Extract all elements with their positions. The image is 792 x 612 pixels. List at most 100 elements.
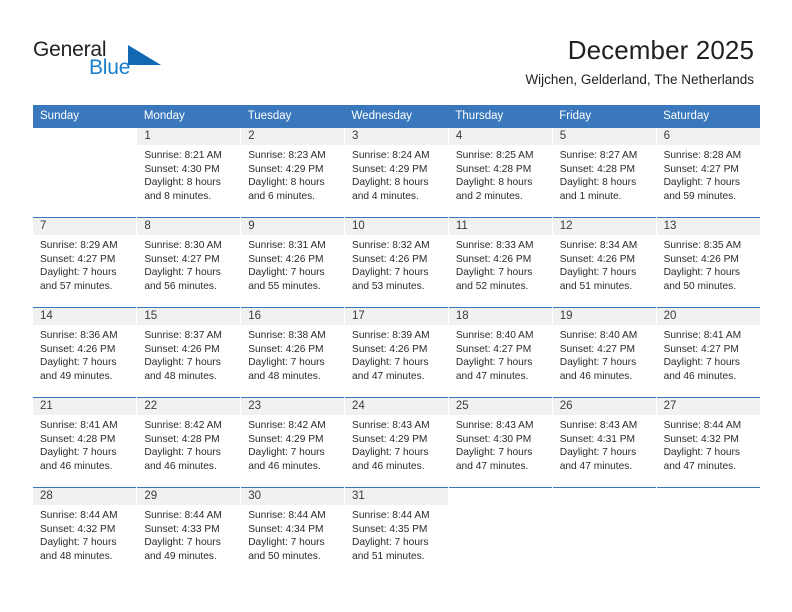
day-details: Sunrise: 8:40 AM Sunset: 4:27 PM Daylight:…: [449, 325, 552, 383]
title-block: December 2025 Wijchen, Gelderland, The N…: [525, 34, 754, 88]
calendar-day-cell[interactable]: 24 Sunrise: 8:43 AM Sunset: 4:29 PM Dayligh…: [344, 397, 449, 488]
day-details: Sunrise: 8:44 AM Sunset: 4:35 PM Daylight:…: [345, 505, 448, 563]
daylight-duration-line2: and 48 minutes.: [40, 550, 113, 562]
calendar-day-cell[interactable]: 21 Sunrise: 8:41 AM Sunset: 4:28 PM Dayligh…: [33, 397, 137, 488]
calendar-cell-empty: [33, 127, 137, 218]
calendar-day-cell[interactable]: 25 Sunrise: 8:43 AM Sunset: 4:30 PM Dayligh…: [447, 397, 553, 488]
calendar-day-cell[interactable]: 16 Sunrise: 8:38 AM Sunset: 4:26 PM Dayligh…: [240, 307, 345, 398]
calendar-day-cell[interactable]: 22 Sunrise: 8:42 AM Sunset: 4:28 PM Dayligh…: [136, 397, 241, 488]
calendar-day-cell[interactable]: 15 Sunrise: 8:37 AM Sunset: 4:26 PM Dayligh…: [136, 307, 241, 398]
calendar-day-cell[interactable]: 14 Sunrise: 8:36 AM Sunset: 4:26 PM Dayligh…: [33, 307, 137, 398]
sunset-time: Sunset: 4:27 PM: [144, 253, 220, 265]
sunrise-time: Sunrise: 8:41 AM: [40, 420, 118, 431]
weekday-header-thursday: Thursday: [448, 105, 553, 128]
calendar-cell-empty: [447, 487, 553, 578]
daylight-duration-line1: Daylight: 7 hours: [248, 537, 325, 549]
day-number: [448, 488, 552, 505]
sunrise-time: Sunrise: 8:32 AM: [352, 240, 430, 251]
day-number: 11: [448, 218, 552, 235]
calendar-day-cell[interactable]: 19 Sunrise: 8:40 AM Sunset: 4:27 PM Dayligh…: [551, 307, 657, 398]
sunrise-time: Sunrise: 8:39 AM: [352, 330, 430, 341]
calendar-cell-inner: 4 Sunrise: 8:25 AM Sunset: 4:28 PM Daylight…: [448, 128, 552, 203]
sunset-time: Sunset: 4:30 PM: [455, 433, 532, 445]
daylight-duration-line1: Daylight: 7 hours: [144, 267, 221, 279]
daylight-duration-line1: Daylight: 7 hours: [352, 447, 429, 459]
daylight-duration-line1: Daylight: 7 hours: [352, 267, 429, 279]
day-number: 2: [241, 128, 345, 145]
daylight-duration-line1: Daylight: 8 hours: [248, 177, 325, 189]
daylight-duration-line1: Daylight: 7 hours: [144, 357, 221, 369]
weekday-header-monday: Monday: [136, 105, 241, 128]
calendar-week-row: 21 Sunrise: 8:41 AM Sunset: 4:28 PM Dayligh…: [33, 397, 760, 488]
sunrise-time: Sunrise: 8:24 AM: [352, 150, 430, 161]
day-number: 15: [137, 308, 241, 325]
calendar-day-cell[interactable]: 28 Sunrise: 8:44 AM Sunset: 4:32 PM Dayligh…: [33, 487, 137, 578]
calendar-day-cell[interactable]: 27 Sunrise: 8:44 AM Sunset: 4:32 PM Dayligh…: [655, 397, 760, 488]
day-number: 23: [241, 398, 345, 415]
day-number: 21: [33, 398, 137, 415]
sunrise-time: Sunrise: 8:42 AM: [248, 420, 326, 431]
calendar-day-cell[interactable]: 30 Sunrise: 8:44 AM Sunset: 4:34 PM Dayligh…: [240, 487, 345, 578]
daylight-duration-line1: Daylight: 7 hours: [40, 537, 117, 549]
daylight-duration-line2: and 46 minutes.: [663, 370, 737, 382]
day-number: 28: [33, 488, 137, 505]
calendar-day-cell[interactable]: 1 Sunrise: 8:21 AM Sunset: 4:30 PM Daylight…: [136, 127, 241, 218]
sunset-time: Sunset: 4:27 PM: [663, 163, 739, 175]
calendar-day-cell[interactable]: 4 Sunrise: 8:25 AM Sunset: 4:28 PM Daylight…: [447, 127, 553, 218]
calendar-day-cell[interactable]: 17 Sunrise: 8:39 AM Sunset: 4:26 PM Dayligh…: [344, 307, 449, 398]
daylight-duration-line2: and 55 minutes.: [248, 280, 321, 292]
calendar-cell-inner: 31 Sunrise: 8:44 AM Sunset: 4:35 PM Dayligh…: [345, 488, 448, 563]
calendar-day-cell[interactable]: 18 Sunrise: 8:40 AM Sunset: 4:27 PM Dayligh…: [447, 307, 553, 398]
day-details: Sunrise: 8:44 AM Sunset: 4:33 PM Daylight:…: [137, 505, 240, 563]
day-details: Sunrise: 8:24 AM Sunset: 4:29 PM Daylight:…: [345, 145, 448, 203]
calendar-day-cell[interactable]: 7 Sunrise: 8:29 AM Sunset: 4:27 PM Daylight…: [33, 217, 137, 308]
calendar-day-cell[interactable]: 9 Sunrise: 8:31 AM Sunset: 4:26 PM Daylight…: [240, 217, 345, 308]
calendar-day-cell[interactable]: 23 Sunrise: 8:42 AM Sunset: 4:29 PM Dayligh…: [240, 397, 345, 488]
day-number: 5: [552, 128, 656, 145]
daylight-duration-line2: and 57 minutes.: [40, 280, 113, 292]
sunrise-time: Sunrise: 8:41 AM: [663, 330, 742, 341]
sunset-time: Sunset: 4:26 PM: [663, 253, 739, 265]
calendar-day-cell[interactable]: 10 Sunrise: 8:32 AM Sunset: 4:26 PM Dayligh…: [344, 217, 449, 308]
sunrise-time: Sunrise: 8:34 AM: [559, 240, 638, 251]
sunset-time: Sunset: 4:33 PM: [144, 523, 220, 535]
calendar-day-cell[interactable]: 6 Sunrise: 8:28 AM Sunset: 4:27 PM Daylight…: [655, 127, 760, 218]
calendar-day-cell[interactable]: 5 Sunrise: 8:27 AM Sunset: 4:28 PM Daylight…: [551, 127, 657, 218]
sunset-time: Sunset: 4:28 PM: [144, 433, 220, 445]
weekday-header-tuesday: Tuesday: [240, 105, 345, 128]
sunset-time: Sunset: 4:32 PM: [40, 523, 116, 535]
calendar-cell-inner: 5 Sunrise: 8:27 AM Sunset: 4:28 PM Daylight…: [552, 128, 656, 203]
calendar-day-cell[interactable]: 3 Sunrise: 8:24 AM Sunset: 4:29 PM Daylight…: [344, 127, 449, 218]
calendar-day-cell[interactable]: 20 Sunrise: 8:41 AM Sunset: 4:27 PM Dayligh…: [655, 307, 760, 398]
sunrise-time: Sunrise: 8:44 AM: [663, 420, 742, 431]
daylight-duration-line2: and 48 minutes.: [144, 370, 217, 382]
daylight-duration-line2: and 47 minutes.: [663, 460, 737, 472]
weekday-header-wednesday: Wednesday: [344, 105, 449, 128]
daylight-duration-line2: and 51 minutes.: [352, 550, 425, 562]
calendar-cell-inner: 29 Sunrise: 8:44 AM Sunset: 4:33 PM Dayligh…: [137, 488, 241, 563]
day-details: Sunrise: 8:41 AM Sunset: 4:27 PM Daylight:…: [657, 325, 760, 383]
daylight-duration-line1: Daylight: 7 hours: [663, 267, 741, 279]
sunset-time: Sunset: 4:27 PM: [40, 253, 116, 265]
daylight-duration-line1: Daylight: 8 hours: [352, 177, 429, 189]
daylight-duration-line1: Daylight: 7 hours: [248, 267, 325, 279]
calendar-day-cell[interactable]: 2 Sunrise: 8:23 AM Sunset: 4:29 PM Daylight…: [240, 127, 345, 218]
calendar-day-cell[interactable]: 13 Sunrise: 8:35 AM Sunset: 4:26 PM Dayligh…: [655, 217, 760, 308]
calendar-day-cell[interactable]: 26 Sunrise: 8:43 AM Sunset: 4:31 PM Dayligh…: [551, 397, 657, 488]
calendar-cell-inner: 18 Sunrise: 8:40 AM Sunset: 4:27 PM Dayligh…: [448, 308, 552, 383]
day-number: 9: [241, 218, 345, 235]
sunrise-time: Sunrise: 8:43 AM: [455, 420, 534, 431]
sunset-time: Sunset: 4:29 PM: [352, 433, 428, 445]
calendar-day-cell[interactable]: 29 Sunrise: 8:44 AM Sunset: 4:33 PM Dayligh…: [136, 487, 241, 578]
sunrise-time: Sunrise: 8:28 AM: [663, 150, 742, 161]
calendar-day-cell[interactable]: 11 Sunrise: 8:33 AM Sunset: 4:26 PM Dayligh…: [447, 217, 553, 308]
day-details: Sunrise: 8:40 AM Sunset: 4:27 PM Daylight:…: [553, 325, 656, 383]
calendar-body: 1 Sunrise: 8:21 AM Sunset: 4:30 PM Daylight…: [33, 127, 760, 578]
daylight-duration-line1: Daylight: 7 hours: [144, 537, 221, 549]
calendar-day-cell[interactable]: 12 Sunrise: 8:34 AM Sunset: 4:26 PM Dayligh…: [551, 217, 657, 308]
sunset-time: Sunset: 4:34 PM: [248, 523, 324, 535]
daylight-duration-line1: Daylight: 7 hours: [248, 357, 325, 369]
day-number: 7: [33, 218, 137, 235]
calendar-day-cell[interactable]: 8 Sunrise: 8:30 AM Sunset: 4:27 PM Daylight…: [136, 217, 241, 308]
calendar-day-cell[interactable]: 31 Sunrise: 8:44 AM Sunset: 4:35 PM Dayligh…: [344, 487, 449, 578]
